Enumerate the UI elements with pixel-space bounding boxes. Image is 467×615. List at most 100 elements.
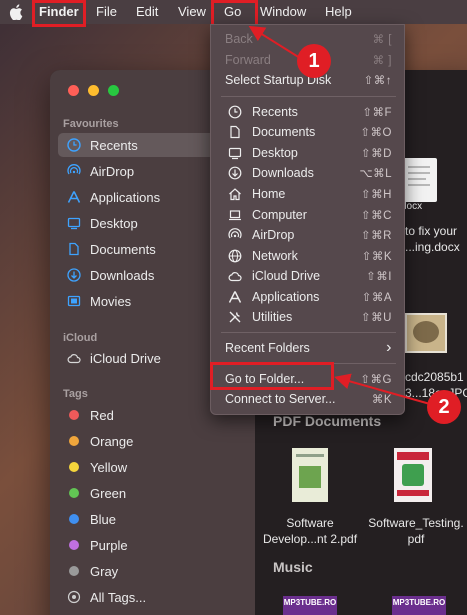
shortcut: ⇧⌘R <box>361 230 392 242</box>
menu-item-label: Applications <box>252 290 320 304</box>
download-icon <box>67 268 81 282</box>
shortcut: ⇧⌘O <box>360 127 392 139</box>
file-label: Software <box>286 516 334 530</box>
laptop-icon <box>229 210 241 221</box>
orange-tag-dot <box>69 436 79 446</box>
shortcut: ⌥⌘L <box>359 168 392 180</box>
menu-item-label: Computer <box>252 208 307 222</box>
music-file-thumbnail[interactable]: MP3TUBE.RO <box>283 596 337 615</box>
gray-tag-dot <box>69 566 79 576</box>
traffic-lights <box>68 85 119 96</box>
shortcut: ⇧⌘↑ <box>363 75 392 87</box>
menu-item-label: Desktop <box>252 146 298 160</box>
zoom-button[interactable] <box>108 85 119 96</box>
applications-icon <box>228 291 242 303</box>
menu-item-recent-folders[interactable]: Recent Folders › <box>211 338 406 358</box>
menu-separator <box>221 332 396 333</box>
menu-item-network[interactable]: Network ⇧⌘K <box>211 246 406 266</box>
go-menu: Back ⌘ [ Forward ⌘ ] Select Startup Disk… <box>210 24 405 415</box>
sidebar-tag-yellow[interactable]: Yellow <box>58 455 248 479</box>
highlight-go <box>211 0 258 27</box>
menu-item-label: Recents <box>252 105 298 119</box>
menu-window[interactable]: Window <box>260 4 306 19</box>
music-file-thumbnail[interactable]: MP3TUBE.RO <box>392 596 446 615</box>
minimize-button[interactable] <box>88 85 99 96</box>
purple-tag-dot <box>69 540 79 550</box>
apple-icon[interactable] <box>9 4 23 20</box>
shortcut: ⇧⌘G <box>360 374 392 386</box>
menu-item-utilities[interactable]: Utilities ⇧⌘U <box>211 307 406 327</box>
desktop-icon <box>67 216 81 230</box>
blue-tag-dot <box>69 514 79 524</box>
pdf-file-thumbnail[interactable] <box>292 448 328 502</box>
menu-view[interactable]: View <box>178 4 206 19</box>
red-tag-dot <box>69 410 79 420</box>
airdrop-icon <box>228 228 242 239</box>
sidebar-tag-purple[interactable]: Purple <box>58 533 248 557</box>
menu-file[interactable]: File <box>96 4 117 19</box>
file-label: to fix your <box>405 224 458 238</box>
sidebar-item-label: Downloads <box>90 267 155 283</box>
shortcut: ⇧⌘C <box>361 210 392 222</box>
menu-item-label: Forward <box>225 53 271 67</box>
menu-separator <box>221 96 396 97</box>
menu-item-downloads[interactable]: Downloads ⌥⌘L <box>211 163 406 183</box>
menu-item-icloud-drive[interactable]: iCloud Drive ⇧⌘I <box>211 266 406 286</box>
icloud-heading: iCloud <box>63 332 98 344</box>
docx-file-icon[interactable] <box>403 158 437 202</box>
music-section-title: Music <box>273 559 313 575</box>
shortcut: ⇧⌘K <box>361 251 392 263</box>
menu-item-label: Utilities <box>252 310 293 324</box>
menu-item-label: Back <box>225 32 253 46</box>
tags-heading: Tags <box>63 388 88 400</box>
image-file-thumbnail[interactable] <box>405 313 447 353</box>
document-icon <box>230 125 240 139</box>
sidebar-item-label: Recents <box>90 137 138 153</box>
globe-icon <box>228 249 242 263</box>
document-icon <box>67 242 81 256</box>
shortcut: ⇧⌘F <box>362 107 392 119</box>
highlight-go-to-folder <box>210 362 334 390</box>
sidebar-tag-gray[interactable]: Gray <box>58 559 248 583</box>
menu-item-documents[interactable]: Documents ⇧⌘O <box>211 122 406 142</box>
menu-item-computer[interactable]: Computer ⇧⌘C <box>211 205 406 225</box>
menu-item-connect-to-server[interactable]: Connect to Server... ⌘K <box>211 389 406 409</box>
sidebar-item-label: iCloud Drive <box>90 350 161 366</box>
cloud-icon <box>228 272 242 282</box>
favourites-heading: Favourites <box>63 118 119 130</box>
close-button[interactable] <box>68 85 79 96</box>
menu-item-label: Network <box>252 249 298 263</box>
sidebar-tag-green[interactable]: Green <box>58 481 248 505</box>
menu-item-label: Documents <box>252 125 316 139</box>
menu-help[interactable]: Help <box>325 4 352 19</box>
shortcut: ⇧⌘U <box>361 312 392 324</box>
menu-item-desktop[interactable]: Desktop ⇧⌘D <box>211 143 406 163</box>
sidebar-all-tags[interactable]: All Tags... <box>58 585 248 609</box>
file-label: Software_Testing. <box>368 516 464 530</box>
menu-item-airdrop[interactable]: AirDrop ⇧⌘R <box>211 225 406 245</box>
pdf-file-thumbnail[interactable] <box>394 448 432 502</box>
menu-item-recents[interactable]: Recents ⇧⌘F <box>211 102 406 122</box>
menu-item-label: Recent Folders <box>225 341 310 355</box>
sidebar-tag-blue[interactable]: Blue <box>58 507 248 531</box>
menu-item-label: Downloads <box>252 166 314 180</box>
airdrop-icon <box>67 164 81 178</box>
sidebar-item-label: Gray <box>90 563 119 579</box>
pdf-section-title: PDF Documents <box>273 413 382 429</box>
highlight-finder <box>32 0 86 27</box>
menu-item-home[interactable]: Home ⇧⌘H <box>211 184 406 204</box>
shortcut: ⇧⌘A <box>361 292 392 304</box>
menu-item-label: Home <box>252 187 286 201</box>
sidebar-item-label: Orange <box>90 433 134 449</box>
file-label: ...ing.docx <box>405 240 460 254</box>
sidebar-tag-orange[interactable]: Orange <box>58 429 248 453</box>
sidebar-item-label: Purple <box>90 537 128 553</box>
sidebar-item-label: Red <box>90 407 114 423</box>
menu-item-applications[interactable]: Applications ⇧⌘A <box>211 287 406 307</box>
sidebar-item-label: Yellow <box>90 459 128 475</box>
sidebar-item-label: Desktop <box>90 215 138 231</box>
annotation-badge-2: 2 <box>427 390 461 424</box>
green-tag-dot <box>69 488 79 498</box>
menu-edit[interactable]: Edit <box>136 4 158 19</box>
sidebar-item-label: Green <box>90 485 127 501</box>
